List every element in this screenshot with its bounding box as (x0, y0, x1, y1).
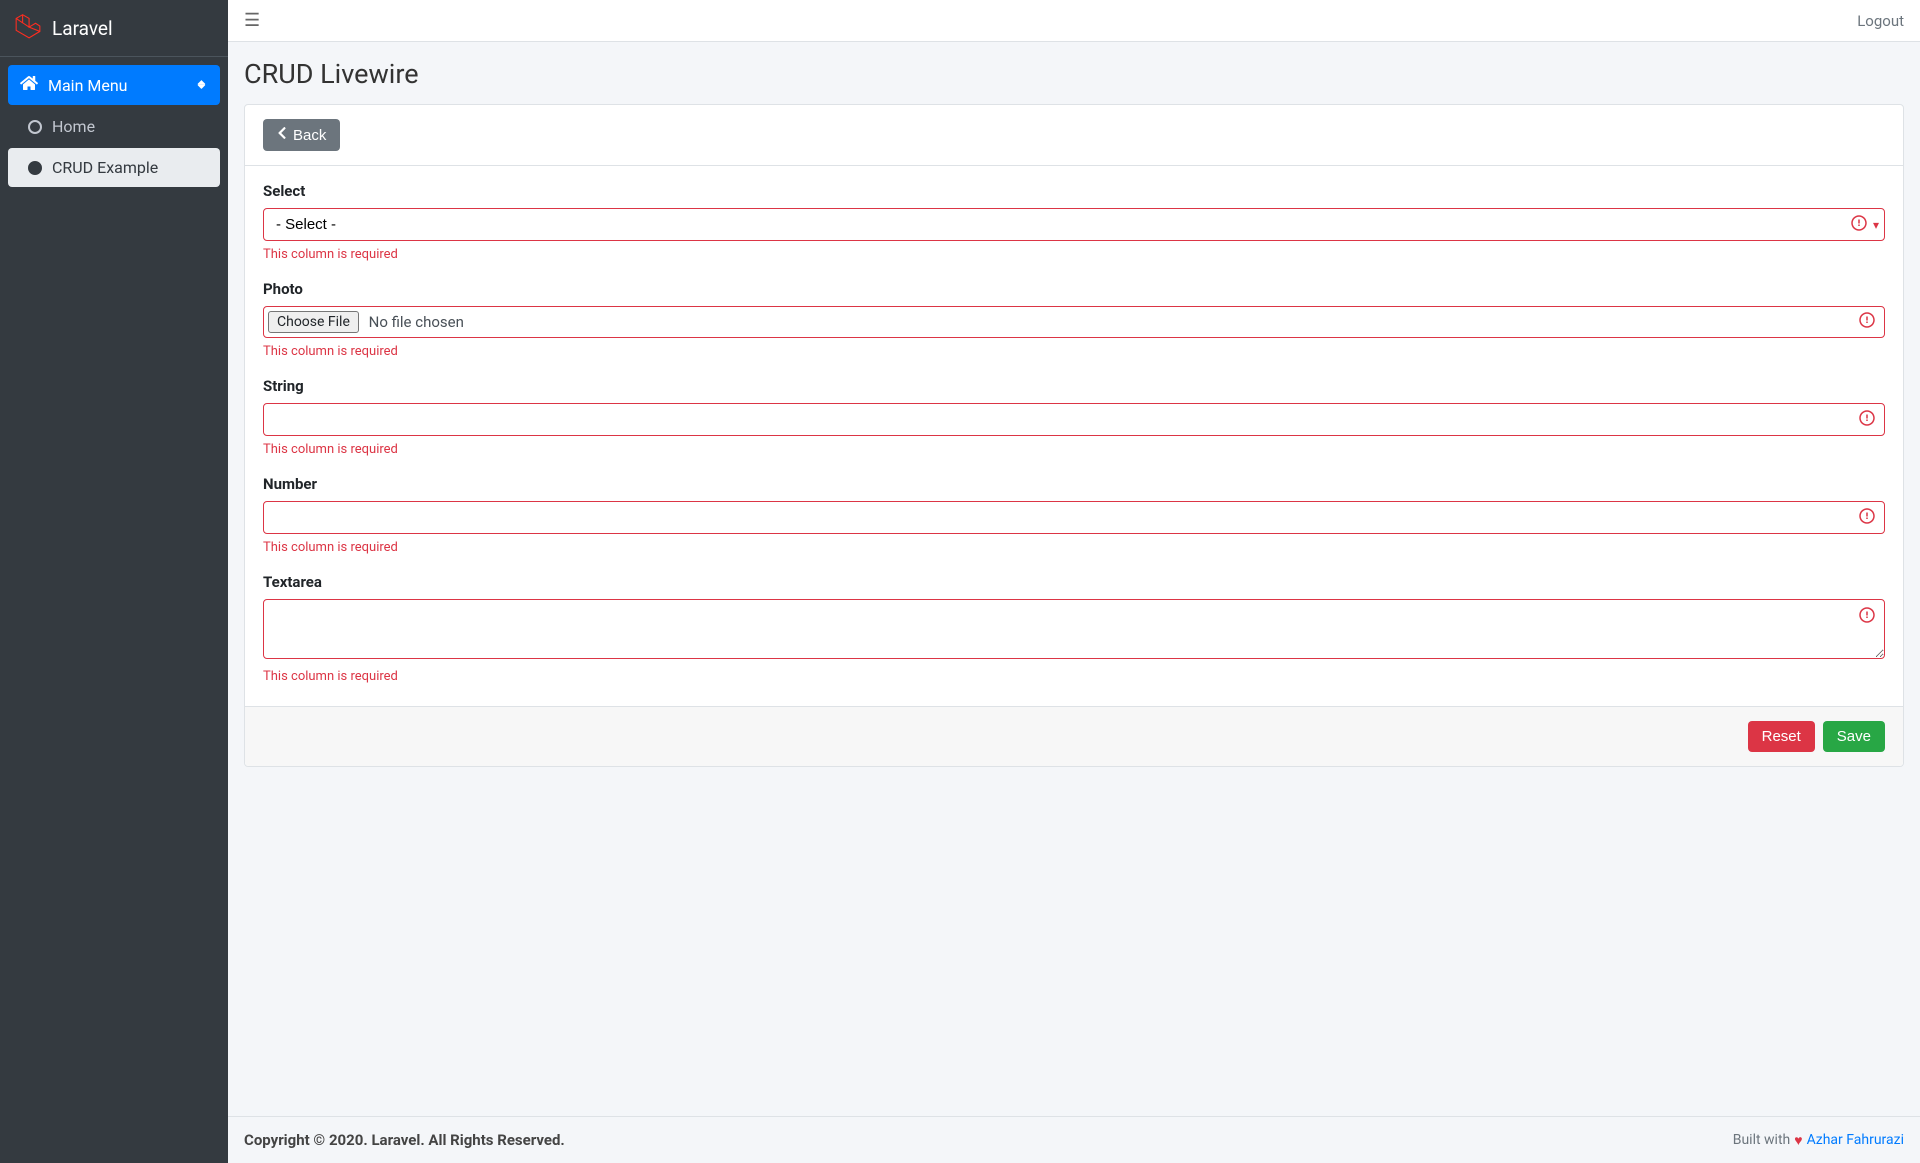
form-card: Back Select - Select - (244, 104, 1904, 767)
sidebar-item-label: Home (52, 117, 95, 136)
page-footer: Copyright © 2020. Laravel. All Rights Re… (228, 1116, 1920, 1163)
brand[interactable]: Laravel (0, 0, 228, 57)
save-button[interactable]: Save (1823, 721, 1885, 752)
number-label: Number (263, 475, 1885, 493)
sidebar-item-label: CRUD Example (52, 158, 158, 177)
back-button-label: Back (293, 127, 326, 144)
sidebar-group-label: Main Menu (48, 76, 127, 95)
choose-file-button[interactable]: Choose File (268, 311, 359, 333)
photo-label: Photo (263, 280, 1885, 298)
chevron-down-icon (196, 76, 208, 95)
footer-author-link[interactable]: Azhar Fahrurazi (1807, 1132, 1904, 1148)
circle-filled-icon (28, 161, 42, 175)
textarea-input[interactable] (263, 599, 1885, 659)
string-input[interactable] (263, 403, 1885, 436)
number-input[interactable] (263, 501, 1885, 534)
number-error: This column is required (263, 540, 1885, 555)
sidebar-item-crud-example[interactable]: CRUD Example (8, 148, 220, 187)
back-button[interactable]: Back (263, 119, 340, 151)
photo-error: This column is required (263, 344, 1885, 359)
chevron-left-icon (277, 126, 287, 144)
page-title: CRUD Livewire (244, 58, 1904, 90)
string-label: String (263, 377, 1885, 395)
sidebar-item-home[interactable]: Home (8, 107, 220, 146)
footer-credits: Built with ♥ Azhar Fahrurazi (1733, 1132, 1904, 1149)
heart-icon: ♥ (1794, 1132, 1802, 1149)
photo-input[interactable]: Choose File No file chosen (263, 306, 1885, 338)
hamburger-icon[interactable]: ☰ (244, 10, 260, 31)
laravel-logo-icon (14, 12, 42, 44)
file-status-text: No file chosen (369, 313, 464, 331)
sidebar-group-main-menu[interactable]: Main Menu (8, 65, 220, 105)
select-error: This column is required (263, 247, 1885, 262)
sidebar-nav: Main Menu Home CRUD Example (0, 57, 228, 195)
footer-copyright: Copyright © 2020. Laravel. All Rights Re… (244, 1131, 565, 1149)
string-error: This column is required (263, 442, 1885, 457)
logout-link[interactable]: Logout (1857, 12, 1904, 30)
home-icon (20, 75, 38, 95)
sidebar: Laravel Main Menu Home CRUD Example (0, 0, 228, 1163)
select-label: Select (263, 182, 1885, 200)
select-input[interactable]: - Select - (263, 208, 1885, 241)
circle-outline-icon (28, 120, 42, 134)
textarea-error: This column is required (263, 669, 1885, 684)
reset-button[interactable]: Reset (1748, 721, 1815, 752)
topbar: ☰ Logout (228, 0, 1920, 42)
card-header: Back (245, 105, 1903, 166)
brand-text: Laravel (52, 17, 113, 40)
textarea-label: Textarea (263, 573, 1885, 591)
card-footer: Reset Save (245, 706, 1903, 766)
